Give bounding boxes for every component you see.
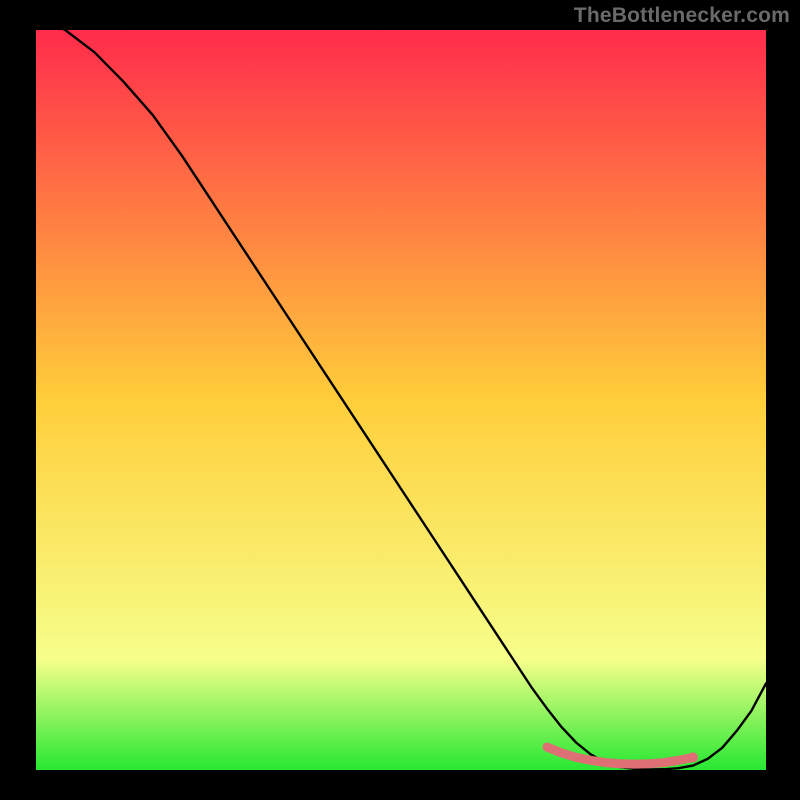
plot-background <box>36 30 766 770</box>
chart-frame: TheBottlenecker.com <box>0 0 800 800</box>
bottleneck-chart <box>36 30 766 770</box>
highlight-dot <box>688 752 698 762</box>
watermark-text: TheBottlenecker.com <box>574 4 790 28</box>
